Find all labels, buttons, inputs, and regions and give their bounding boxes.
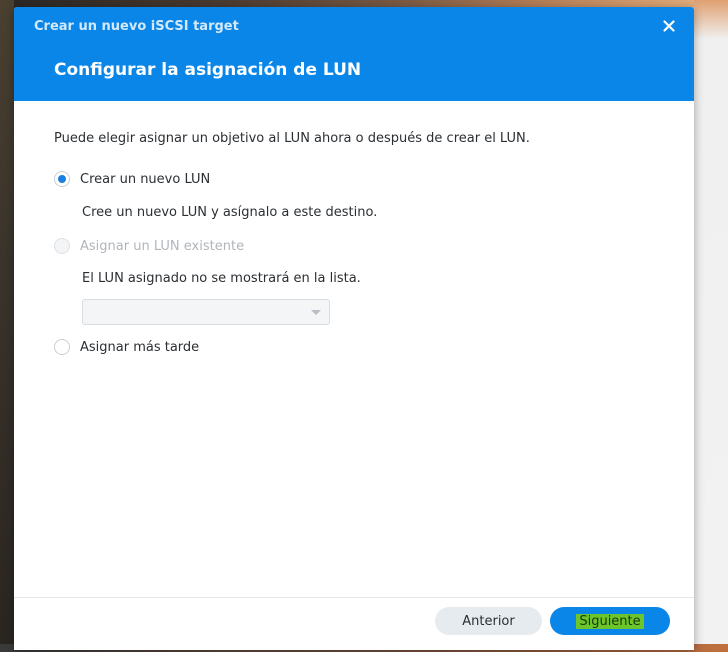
next-button[interactable]: Siguiente <box>550 607 670 635</box>
radio-assign-later[interactable]: Asignar más tarde <box>54 339 199 355</box>
radio-label: Asignar más tarde <box>80 339 200 355</box>
dialog-header: Crear un nuevo iSCSI target Configurar l… <box>14 7 694 101</box>
desktop-background-left <box>0 0 14 652</box>
description-text: Puede elegir asignar un objetivo al LUN … <box>54 131 530 146</box>
existing-lun-help-text: El LUN asignado no se mostrará en la lis… <box>82 271 361 286</box>
radio-button-checked[interactable] <box>54 171 70 187</box>
radio-assign-existing-lun: Asignar un LUN existente <box>54 238 244 254</box>
new-lun-help-text: Cree un nuevo LUN y asígnalo a este dest… <box>82 205 378 220</box>
chevron-down-icon <box>311 310 321 315</box>
dialog-footer: Anterior Siguiente <box>14 597 694 650</box>
existing-lun-select <box>82 299 330 325</box>
radio-label: Crear un nuevo LUN <box>80 171 211 187</box>
desktop-background-right <box>694 0 728 652</box>
radio-create-new-lun[interactable]: Crear un nuevo LUN <box>54 171 210 187</box>
window-title: Crear un nuevo iSCSI target <box>34 19 239 34</box>
radio-button-disabled <box>54 238 70 254</box>
next-button-label: Siguiente <box>576 613 644 629</box>
previous-button[interactable]: Anterior <box>435 607 542 635</box>
radio-button[interactable] <box>54 339 70 355</box>
close-button[interactable] <box>658 15 680 37</box>
create-iscsi-target-dialog: Crear un nuevo iSCSI target Configurar l… <box>14 7 694 650</box>
step-title: Configurar la asignación de LUN <box>54 60 362 80</box>
radio-label: Asignar un LUN existente <box>80 238 245 254</box>
close-icon <box>663 20 675 32</box>
